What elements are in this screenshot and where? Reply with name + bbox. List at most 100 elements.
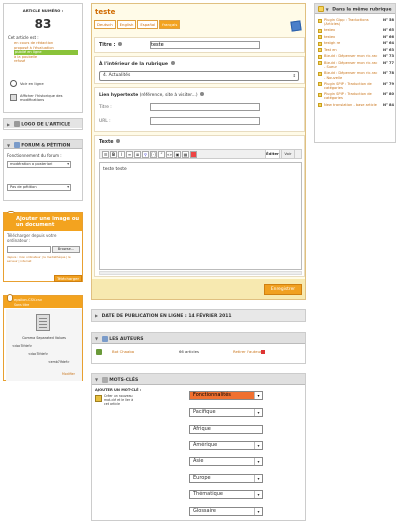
- authors-panel-header[interactable]: ▼ LES AUTEURS: [92, 333, 305, 344]
- link-header: Lien hypertexte (référence, site à visit…: [99, 92, 204, 98]
- help-icon[interactable]: [199, 92, 204, 96]
- preview-mode-tab[interactable]: Voir: [281, 149, 295, 159]
- list-item[interactable]: Bizuld : Dépenser mon ric-rac - Sueur N° …: [318, 60, 394, 70]
- petition-select[interactable]: Pas de pétition ▾: [7, 184, 71, 191]
- tab-english[interactable]: English: [116, 20, 137, 29]
- date-panel: ▶ DATE DE PUBLICATION EN LIGNE : 14 FÉVR…: [91, 309, 306, 322]
- create-keyword-link[interactable]: Créer un nouveau mot-clé et le lier à ce…: [95, 394, 135, 406]
- link-icon[interactable]: ⚲: [142, 150, 149, 158]
- tab-espanol[interactable]: Español: [137, 20, 159, 29]
- folder-icon: [318, 6, 324, 12]
- text-field-group: Texte ☰ B I ≡ ≣ ⚲ [·] “ «» ▣ ▦ Éditer Vo…: [94, 135, 305, 277]
- document-tag: <doc7Ifdef>: [12, 344, 33, 348]
- keyword-group-select[interactable]: Pacifique ▾: [189, 408, 263, 417]
- list-item[interactable]: New translation - base article N° 84: [318, 102, 394, 109]
- browse-button[interactable]: Browse...: [52, 246, 80, 253]
- collapse-arrow-icon: ▼: [325, 6, 329, 12]
- remove-author-link[interactable]: Retirer l'auteur: [233, 348, 262, 356]
- view-online-link[interactable]: Voir en ligne: [10, 80, 80, 87]
- table-icon[interactable]: ▦: [182, 150, 189, 158]
- numbered-list-icon[interactable]: ≣: [134, 150, 141, 158]
- upload-button[interactable]: Télécharger: [54, 275, 82, 282]
- keywords-panel-header[interactable]: ▼ MOTS-CLÉS: [92, 374, 305, 385]
- edit-mode-tab[interactable]: Éditer: [265, 149, 280, 159]
- article-number-title: ARTICLE NUMÉRO :: [22, 8, 64, 13]
- collapse-arrow-icon: ▼: [7, 142, 11, 148]
- history-link[interactable]: Afficher l'historique des modifications: [10, 94, 82, 102]
- document-caption: Comma Separated Values: [22, 336, 66, 340]
- status-list: en cours de rédaction proposé à l'évalua…: [14, 41, 78, 64]
- keyword-group-select[interactable]: Thématique ▾: [189, 490, 263, 499]
- link-url-label: URL :: [99, 119, 111, 124]
- keyword-group-select[interactable]: Glossaire ▾: [189, 507, 263, 516]
- same-rubrique-header[interactable]: ▼ Dans la même rubrique: [315, 4, 395, 14]
- author-name[interactable]: Bot Chaaba: [112, 348, 134, 356]
- modify-link[interactable]: Modifier: [62, 372, 75, 376]
- author-article-count: 66 articles: [179, 349, 199, 354]
- authors-panel: ▼ LES AUTEURS Bot Chaaba 66 articles Ret…: [91, 332, 306, 364]
- list-item[interactable]: Plugin SPIP : Traduction de catégories N°…: [318, 81, 394, 91]
- forum-label: Fonctionnement du forum :: [7, 153, 62, 158]
- author-icon: [96, 349, 102, 355]
- article-number: 83: [34, 17, 52, 31]
- status-label: Cet article est :: [8, 35, 39, 40]
- document-tag: <doc7Ifdef>: [28, 352, 49, 356]
- document-untitled: Sans titre: [14, 303, 30, 307]
- bold-icon[interactable]: B: [110, 150, 117, 158]
- italic-icon[interactable]: I: [118, 150, 125, 158]
- list-icon[interactable]: ≡: [126, 150, 133, 158]
- document-panel: epsilon-CSV.csv Sans titre Comma Separat…: [3, 294, 83, 381]
- upload-subtitle: Télécharger depuis votre ordinateur :: [7, 233, 57, 243]
- date-panel-header[interactable]: ▶ DATE DE PUBLICATION EN LIGNE : 14 FÉVR…: [92, 310, 305, 321]
- text-area[interactable]: teste teste: [99, 162, 302, 270]
- symbol-icon[interactable]: «»: [166, 150, 173, 158]
- keyword-group-select[interactable]: Europe ▾: [189, 474, 263, 483]
- file-input[interactable]: [7, 246, 51, 253]
- note-icon[interactable]: [·]: [150, 150, 157, 158]
- help-icon[interactable]: [170, 61, 175, 65]
- help-icon[interactable]: [118, 42, 123, 46]
- logo-panel-header[interactable]: ▶ LOGO DE L'ARTICLE: [4, 119, 82, 128]
- document-tag: <emb7Ifdef>: [48, 360, 70, 364]
- heading-icon[interactable]: ☰: [102, 150, 109, 158]
- keyword-group-select[interactable]: Asie ▾: [189, 457, 263, 466]
- list-item[interactable]: Plugin Gipp : Traductions (Articles) N° 5…: [318, 17, 394, 27]
- link-url-input[interactable]: [150, 117, 260, 125]
- keyword-group-select[interactable]: Fonctionnalités ▾: [189, 391, 263, 400]
- resize-handle[interactable]: [99, 271, 302, 275]
- collapse-arrow-icon: ▼: [95, 336, 99, 341]
- status-option[interactable]: refusé: [14, 59, 78, 64]
- magnifier-icon: [10, 80, 17, 87]
- forum-panel-header[interactable]: ▼ FORUM & PÉTITION: [4, 140, 82, 149]
- chevron-down-icon: ▾: [67, 162, 69, 166]
- tab-francais[interactable]: français: [159, 20, 181, 29]
- keyword-group-select[interactable]: Amérique ▾: [189, 441, 263, 450]
- article-info-box: ARTICLE NUMÉRO : 83 Cet article est : en…: [3, 3, 83, 113]
- remove-author-icon[interactable]: [261, 350, 265, 354]
- upload-source-links[interactable]: depuis : mon ordinateur | le mediathèque…: [7, 255, 81, 263]
- colour-icon[interactable]: [190, 150, 197, 158]
- chevron-down-icon: ▾: [254, 392, 262, 399]
- title-input[interactable]: [150, 41, 260, 49]
- authors-icon: [101, 335, 108, 342]
- article-icon: [318, 103, 322, 108]
- edit-doc-icon[interactable]: [290, 20, 302, 32]
- help-icon[interactable]: [116, 139, 121, 143]
- rubrique-select[interactable]: 4. Actualités ⇕: [99, 71, 299, 81]
- article-icon: [318, 71, 322, 76]
- link-title-input[interactable]: [150, 103, 260, 111]
- keyword-input[interactable]: Afrique: [189, 425, 263, 434]
- article-icon: [318, 28, 322, 33]
- save-button[interactable]: Enregistrer: [264, 284, 302, 295]
- image-icon[interactable]: ▣: [174, 150, 181, 158]
- quote-icon[interactable]: “: [158, 150, 165, 158]
- upload-title: Ajouter une image ou un document: [16, 216, 80, 228]
- list-item[interactable]: Plugin SPIP : Traduction de catégories N°…: [318, 91, 394, 101]
- article-icon: [318, 82, 322, 87]
- article-icon: [318, 48, 322, 53]
- collapse-arrow-icon: ▼: [95, 377, 99, 382]
- list-item[interactable]: Bizuld : Dépenser mon ric-rac - Nouvelle…: [318, 70, 394, 80]
- pencil-icon: [95, 395, 102, 402]
- tab-deutsch[interactable]: Deutsch: [94, 20, 116, 29]
- forum-select[interactable]: modération a posteriori ▾: [7, 161, 71, 168]
